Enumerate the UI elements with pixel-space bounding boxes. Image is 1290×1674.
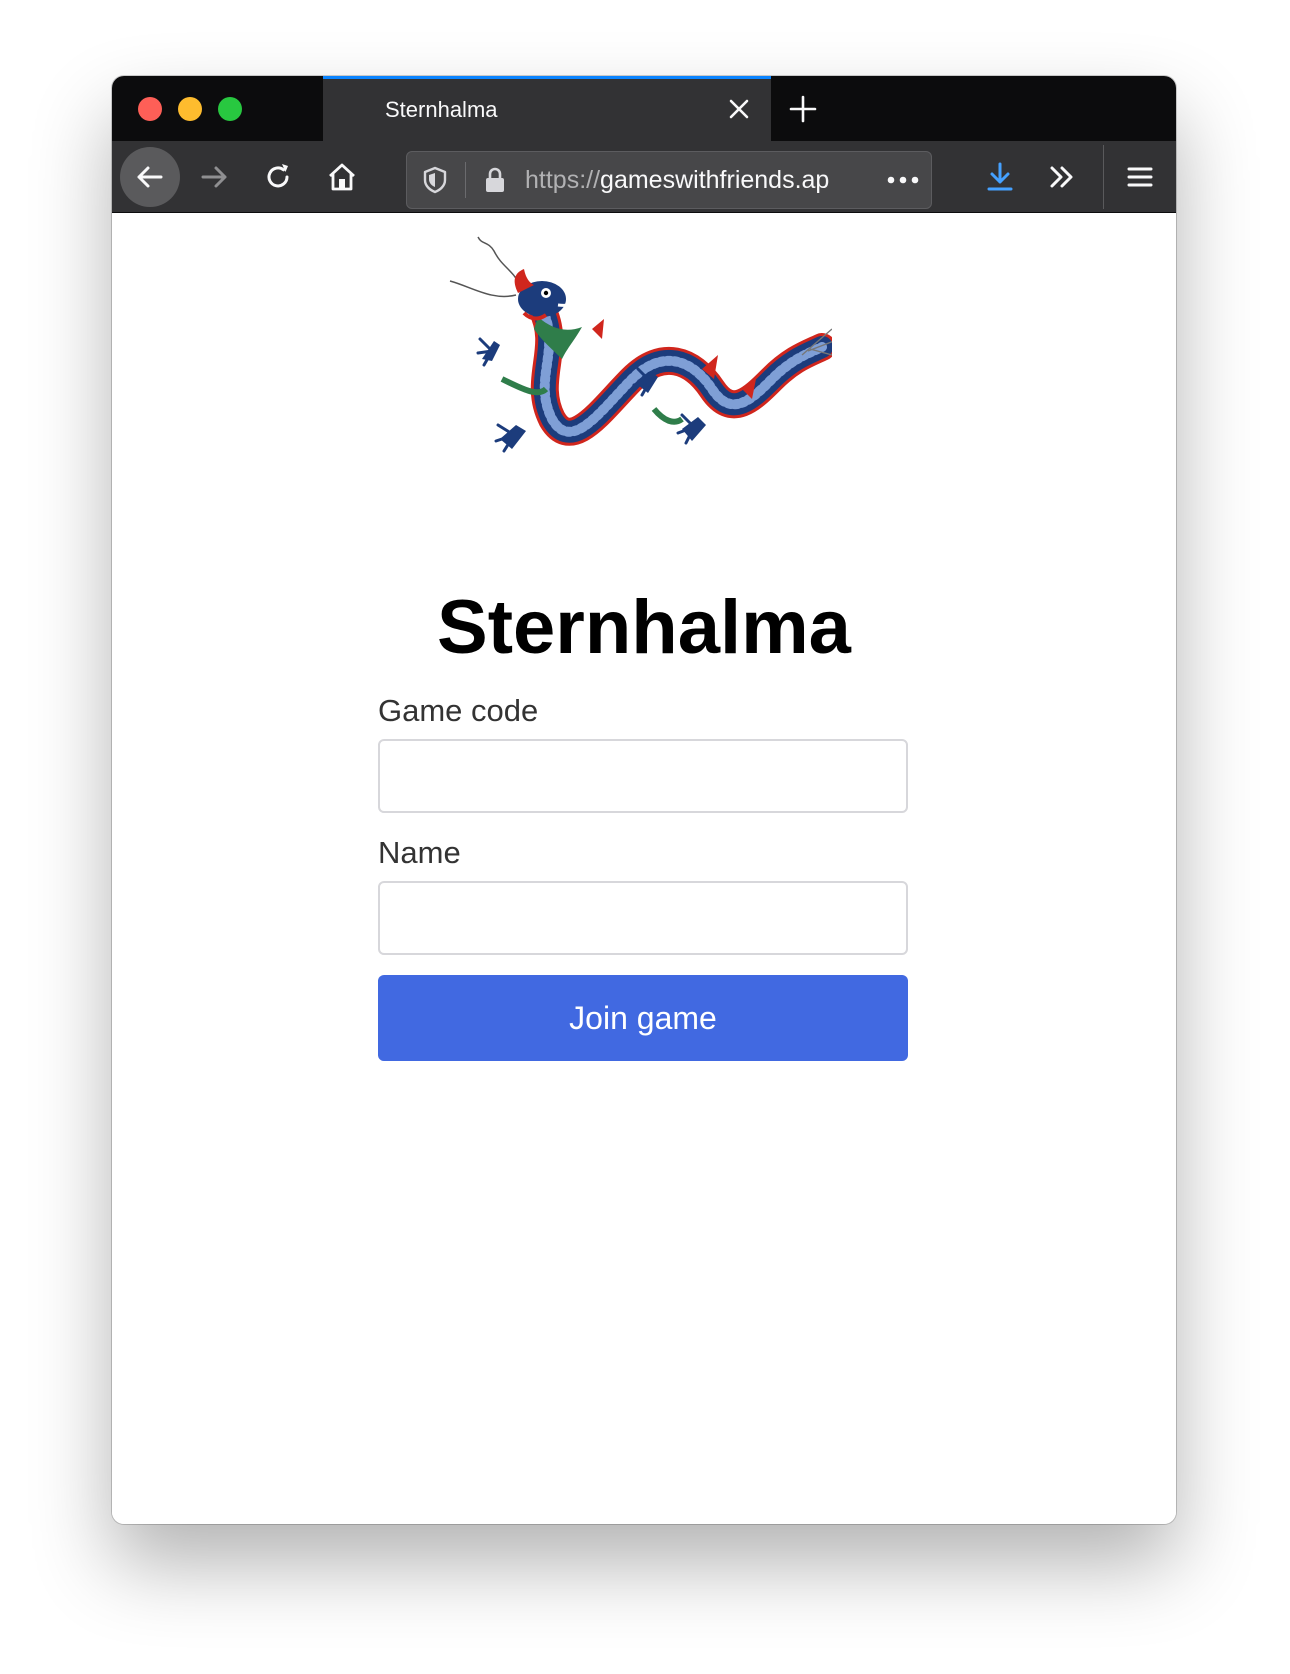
overflow-button[interactable]	[1032, 147, 1092, 207]
back-arrow-icon	[137, 166, 163, 188]
page-title: Sternhalma	[437, 584, 851, 670]
join-game-form: Game code Name Join game	[378, 693, 908, 1061]
zoom-window-button[interactable]	[218, 97, 242, 121]
tab-bar: Sternhalma	[112, 76, 1176, 141]
home-icon	[329, 163, 355, 191]
url-separator	[465, 162, 466, 198]
close-tab-icon[interactable]	[725, 95, 753, 123]
forward-button[interactable]	[184, 147, 244, 207]
join-game-button[interactable]: Join game	[378, 975, 908, 1061]
url-text[interactable]: https://gameswithfriends.ap	[525, 166, 867, 196]
downloads-button[interactable]	[970, 147, 1030, 207]
reload-icon	[267, 164, 289, 188]
close-window-button[interactable]	[138, 97, 162, 121]
menu-button[interactable]	[1110, 147, 1170, 207]
url-host: gameswithfriends.ap	[600, 166, 830, 194]
back-button[interactable]	[120, 147, 180, 207]
url-scheme: https://	[525, 166, 601, 194]
home-button[interactable]	[312, 147, 372, 207]
minimize-window-button[interactable]	[178, 97, 202, 121]
url-bar[interactable]: https://gameswithfriends.ap	[406, 151, 932, 209]
page-content: Sternhalma Game code Name Join game	[112, 213, 1176, 1524]
tab-sternhalma[interactable]: Sternhalma	[323, 76, 771, 141]
lock-icon[interactable]	[481, 166, 509, 194]
nav-toolbar: https://gameswithfriends.ap	[112, 141, 1176, 213]
tab-title: Sternhalma	[385, 97, 498, 122]
forward-arrow-icon	[201, 166, 227, 188]
new-tab-icon[interactable]	[784, 90, 822, 128]
game-code-label: Game code	[378, 693, 539, 728]
shield-icon[interactable]	[421, 166, 449, 194]
hamburger-menu-icon	[1127, 167, 1153, 187]
more-dots-icon[interactable]	[885, 166, 921, 194]
name-input[interactable]	[378, 881, 908, 955]
download-icon	[987, 162, 1013, 191]
browser-window: Sternhalma https://gameswithfriends.ap S…	[112, 76, 1176, 1524]
dragon-logo	[449, 236, 832, 453]
overflow-chevrons-icon	[1050, 166, 1073, 188]
name-label: Name	[378, 835, 461, 870]
toolbar-separator	[1103, 145, 1104, 209]
reload-button[interactable]	[248, 147, 308, 207]
game-code-input[interactable]	[378, 739, 908, 813]
